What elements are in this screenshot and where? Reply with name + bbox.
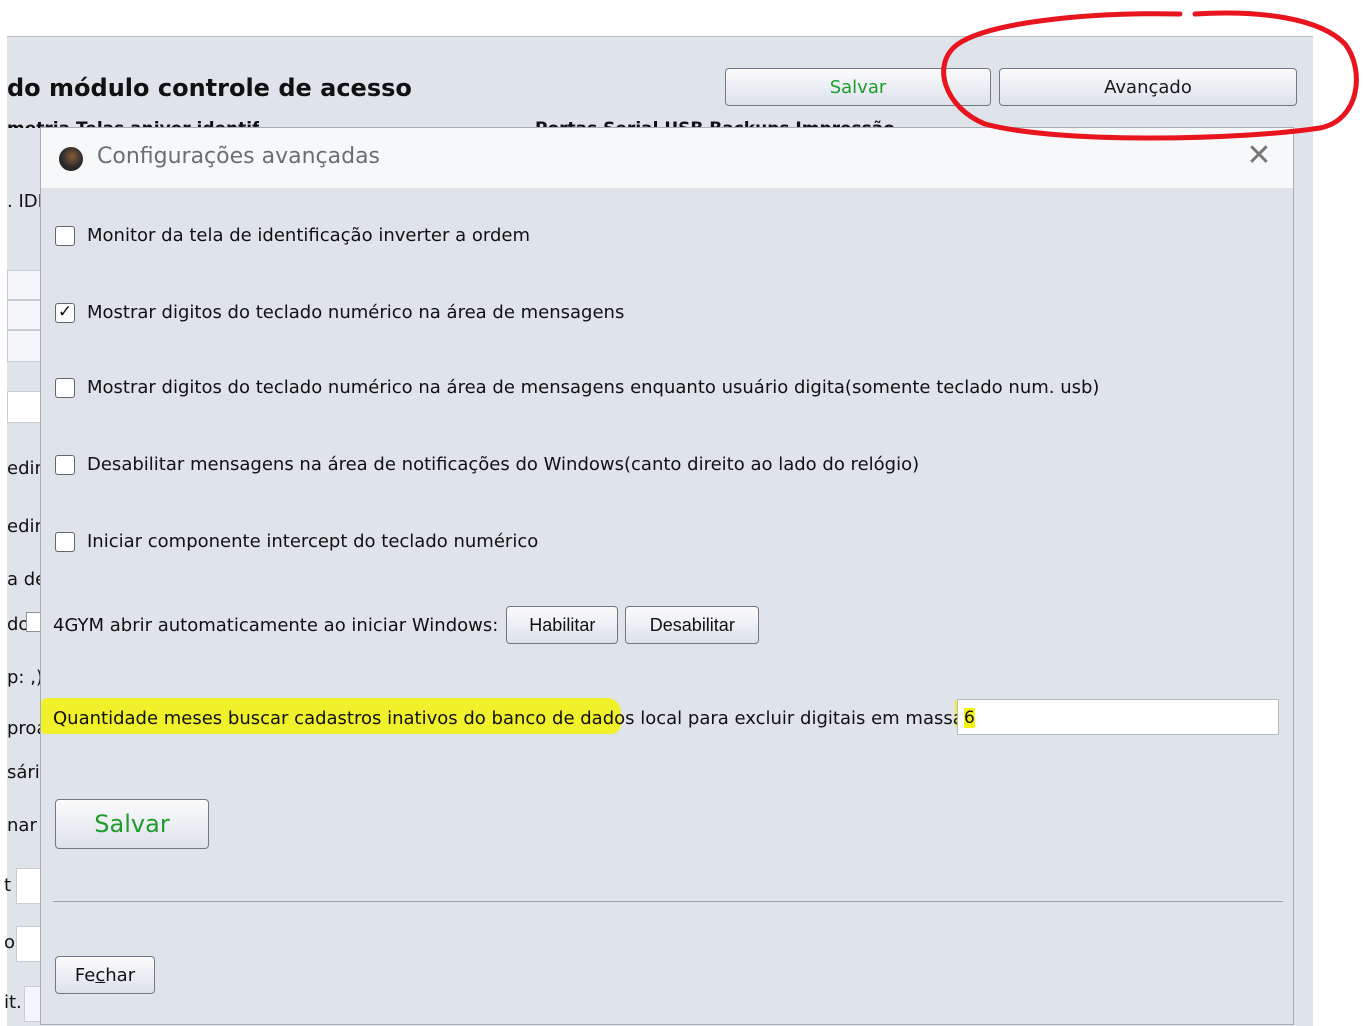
app-logo-icon (59, 147, 83, 171)
checkbox[interactable]: ✓ (55, 302, 75, 323)
separator (53, 901, 1283, 902)
option-row[interactable]: Iniciar componente intercept do teclado … (55, 531, 538, 552)
advanced-button[interactable]: Avançado (999, 68, 1297, 106)
advanced-settings-dialog: Configurações avançadas ✕ Monitor da tel… (40, 127, 1294, 1025)
close-icon[interactable]: ✕ (1245, 141, 1273, 171)
background-save-button[interactable]: Salvar (725, 68, 991, 106)
checkbox[interactable] (55, 454, 75, 475)
months-input[interactable]: 6 (957, 699, 1279, 735)
close-label-part: har (105, 964, 136, 986)
background-field (16, 926, 42, 962)
close-label-part: Fe (74, 964, 96, 986)
background-fragment: t (4, 875, 12, 896)
background-fragment: sári (7, 762, 40, 783)
months-value: 6 (964, 708, 975, 728)
background-field (16, 868, 42, 904)
background-fragment: o (4, 932, 16, 953)
option-label: Desabilitar mensagens na área de notific… (87, 454, 920, 475)
option-label: Iniciar componente intercept do teclado … (87, 531, 539, 552)
option-label: Mostrar digitos do teclado numérico na á… (87, 302, 625, 323)
background-field (7, 391, 41, 423)
dialog-titlebar: Configurações avançadas ✕ (41, 128, 1293, 188)
background-field (7, 330, 41, 362)
option-row[interactable]: Monitor da tela de identificação inverte… (55, 225, 530, 246)
option-label: Monitor da tela de identificação inverte… (87, 225, 530, 246)
dialog-title: Configurações avançadas (97, 144, 381, 169)
background-field (7, 300, 41, 330)
autostart-row: 4GYM abrir automaticamente ao iniciar Wi… (53, 606, 760, 644)
close-button[interactable]: Fe c har (55, 956, 155, 994)
autostart-label: 4GYM abrir automaticamente ao iniciar Wi… (53, 614, 499, 636)
months-label: Quantidade meses buscar cadastros inativ… (53, 708, 970, 729)
enable-button[interactable]: Habilitar (506, 606, 619, 644)
checkbox[interactable] (55, 531, 75, 552)
checkbox[interactable] (55, 225, 75, 246)
save-button[interactable]: Salvar (55, 799, 209, 849)
background-fragment: . IDI (7, 191, 43, 212)
option-row[interactable]: ✓ Mostrar digitos do teclado numérico na… (55, 302, 624, 323)
background-fragment: p: ,) (7, 667, 43, 688)
option-row[interactable]: Desabilitar mensagens na área de notific… (55, 454, 919, 475)
months-row: Quantidade meses buscar cadastros inativ… (53, 708, 970, 729)
option-label: Mostrar digitos do teclado numérico na á… (87, 377, 1100, 398)
background-window-title: do módulo controle de acesso (7, 74, 412, 102)
check-icon: ✓ (57, 302, 73, 322)
background-fragment: it. (4, 992, 22, 1013)
close-label-mnemonic: c (95, 964, 106, 986)
checkbox[interactable] (55, 377, 75, 398)
background-field (7, 270, 41, 300)
disable-button[interactable]: Desabilitar (625, 606, 760, 644)
option-row[interactable]: Mostrar digitos do teclado numérico na á… (55, 377, 1099, 398)
